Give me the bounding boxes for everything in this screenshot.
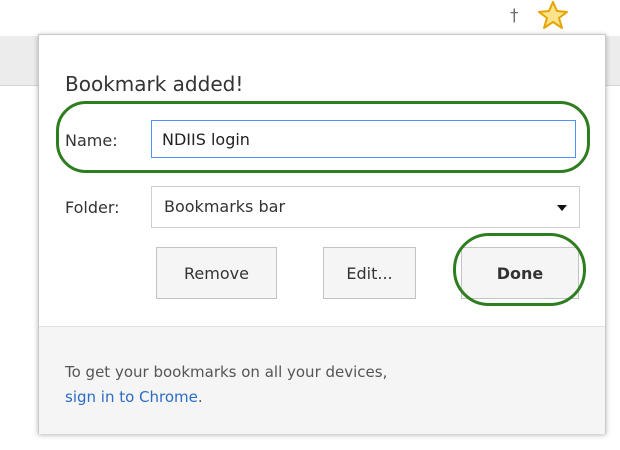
popup-title: Bookmark added!	[65, 72, 244, 96]
done-button[interactable]: Done	[461, 247, 579, 299]
chevron-down-icon	[557, 205, 567, 211]
name-input[interactable]	[151, 120, 576, 158]
folder-select[interactable]: Bookmarks bar	[151, 186, 580, 228]
star-icon[interactable]	[534, 0, 572, 30]
folder-label: Folder:	[65, 198, 120, 217]
folder-select-value: Bookmarks bar	[164, 197, 286, 216]
sign-in-message: To get your bookmarks on all your device…	[65, 360, 387, 410]
name-label: Name:	[65, 131, 118, 150]
bookmark-popup: Bookmark added! Name: Folder: Bookmarks …	[38, 34, 606, 434]
sign-in-text: To get your bookmarks on all your device…	[65, 363, 388, 381]
pin-icon[interactable]: †	[510, 6, 519, 26]
sign-in-period: .	[197, 388, 203, 406]
sign-in-link[interactable]: sign in to Chrome	[65, 388, 198, 406]
remove-button[interactable]: Remove	[156, 247, 277, 299]
sign-in-footer: To get your bookmarks on all your device…	[39, 326, 605, 434]
edit-button[interactable]: Edit...	[323, 247, 416, 299]
